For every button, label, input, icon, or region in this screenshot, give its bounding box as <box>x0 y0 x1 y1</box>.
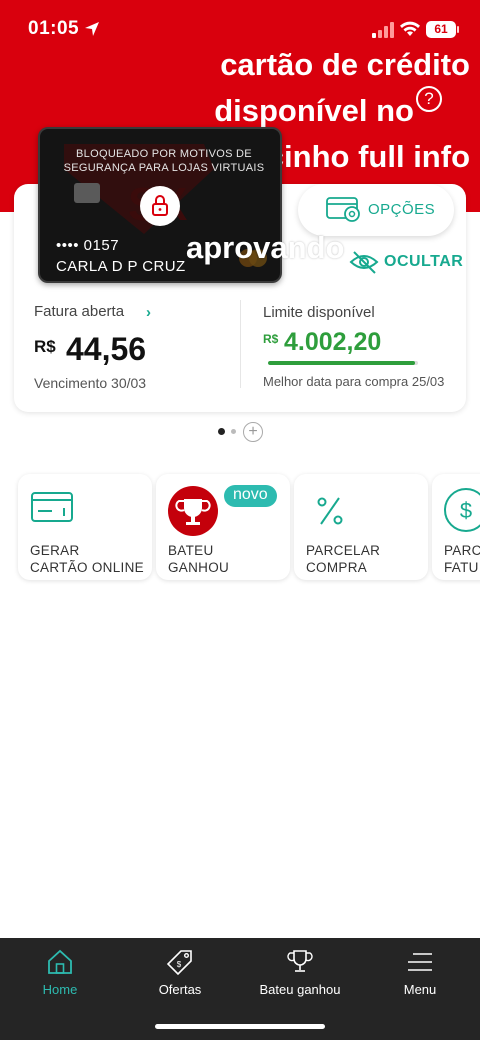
shortcut-installment-invoice[interactable]: $ PARC FATU <box>432 474 480 580</box>
overlay-line-1: cartão de crédito <box>220 47 470 82</box>
shortcut-label: PARCELAR COMPRA <box>306 542 380 576</box>
limit-progress-fill <box>268 361 415 365</box>
chevron-right-icon[interactable]: › <box>146 304 151 321</box>
card-icon <box>31 492 73 522</box>
hide-values-label: OCULTAR <box>384 253 464 270</box>
invoice-currency: R$ <box>34 337 56 356</box>
trophy-icon <box>168 486 218 536</box>
home-icon <box>48 949 72 974</box>
shortcut-label: BATEU GANHOU <box>168 542 229 576</box>
nav-offers[interactable]: $ Ofertas <box>120 938 240 1008</box>
card-settings-icon <box>326 197 360 222</box>
shortcut-label-line1: BATEU <box>168 543 214 558</box>
shortcut-installment-purchase[interactable]: PARCELAR COMPRA <box>294 474 428 580</box>
add-card-button[interactable]: + <box>243 422 263 442</box>
trophy-icon <box>287 950 313 972</box>
invoice-due-date: Vencimento 30/03 <box>34 375 147 391</box>
shortcut-label: GERAR CARTÃO ONLINE <box>30 542 144 576</box>
limit-amount: 4.002,20 <box>284 328 382 356</box>
card-blocked-message: BLOQUEADO POR MOTIVOS DE SEGURANÇA PARA … <box>63 148 265 174</box>
nav-bateu-ganhou-label: Bateu ganhou <box>259 982 341 997</box>
nav-menu[interactable]: Menu <box>360 938 480 1008</box>
wifi-icon <box>400 21 420 36</box>
options-button[interactable]: OPÇÕES <box>298 184 454 236</box>
status-time: 01:05 <box>28 18 80 39</box>
pager-dot-active[interactable] <box>218 428 225 435</box>
svg-text:$: $ <box>460 498 472 523</box>
percent-icon <box>317 497 343 525</box>
limit-label: Limite disponível <box>263 304 375 321</box>
shortcut-label-line1: GERAR <box>30 543 80 558</box>
lock-icon[interactable] <box>140 186 180 226</box>
best-purchase-date: Melhor data para compra 25/03 <box>263 374 445 389</box>
location-arrow-icon <box>85 22 99 36</box>
nav-menu-label: Menu <box>403 982 437 997</box>
dollar-icon: $ <box>444 488 480 532</box>
pager-dot[interactable] <box>231 429 236 434</box>
shortcut-generate-online-card[interactable]: GERAR CARTÃO ONLINE <box>18 474 152 580</box>
panel-divider <box>240 300 241 388</box>
cellular-signal-icon <box>372 22 394 38</box>
shortcut-label-line1: PARCELAR <box>306 543 381 558</box>
help-icon[interactable]: ? <box>416 86 442 112</box>
shortcut-label-line2: FATU <box>444 560 479 575</box>
nav-bateu-ganhou[interactable]: Bateu ganhou <box>240 938 360 1008</box>
nav-offers-label: Ofertas <box>158 982 202 997</box>
nav-home-label: Home <box>42 982 78 997</box>
nav-home[interactable]: Home <box>0 938 120 1008</box>
new-badge: novo <box>224 485 277 507</box>
battery-nub <box>457 26 459 33</box>
options-label: OPÇÕES <box>368 201 436 218</box>
invoice-amount: 44,56 <box>66 331 147 367</box>
overlay-line-4: aprovando <box>186 230 345 265</box>
menu-icon <box>408 953 432 971</box>
card-chip-icon <box>74 183 100 203</box>
shortcut-bateu-ganhou[interactable]: novo BATEU GANHOU <box>156 474 290 580</box>
invoice-label[interactable]: Fatura aberta <box>34 303 124 320</box>
limit-progress-bar <box>268 361 418 365</box>
shortcut-label-line1: PARC <box>444 543 480 558</box>
shortcut-label-line2: COMPRA <box>306 560 368 575</box>
card-holder-name: CARLA D P CRUZ <box>56 258 186 275</box>
tag-icon: $ <box>166 950 192 976</box>
limit-currency: R$ <box>263 332 279 346</box>
shortcut-label-line2: CARTÃO ONLINE <box>30 560 144 575</box>
card-pager: + <box>218 422 268 442</box>
shortcut-label: PARC FATU <box>444 542 480 576</box>
home-indicator[interactable] <box>155 1024 325 1029</box>
battery-indicator: 61 <box>426 21 456 38</box>
svg-text:$: $ <box>177 960 182 969</box>
eye-hidden-icon <box>349 251 379 274</box>
shortcut-label-line2: GANHOU <box>168 560 230 575</box>
card-number: •••• 0157 <box>56 237 120 254</box>
